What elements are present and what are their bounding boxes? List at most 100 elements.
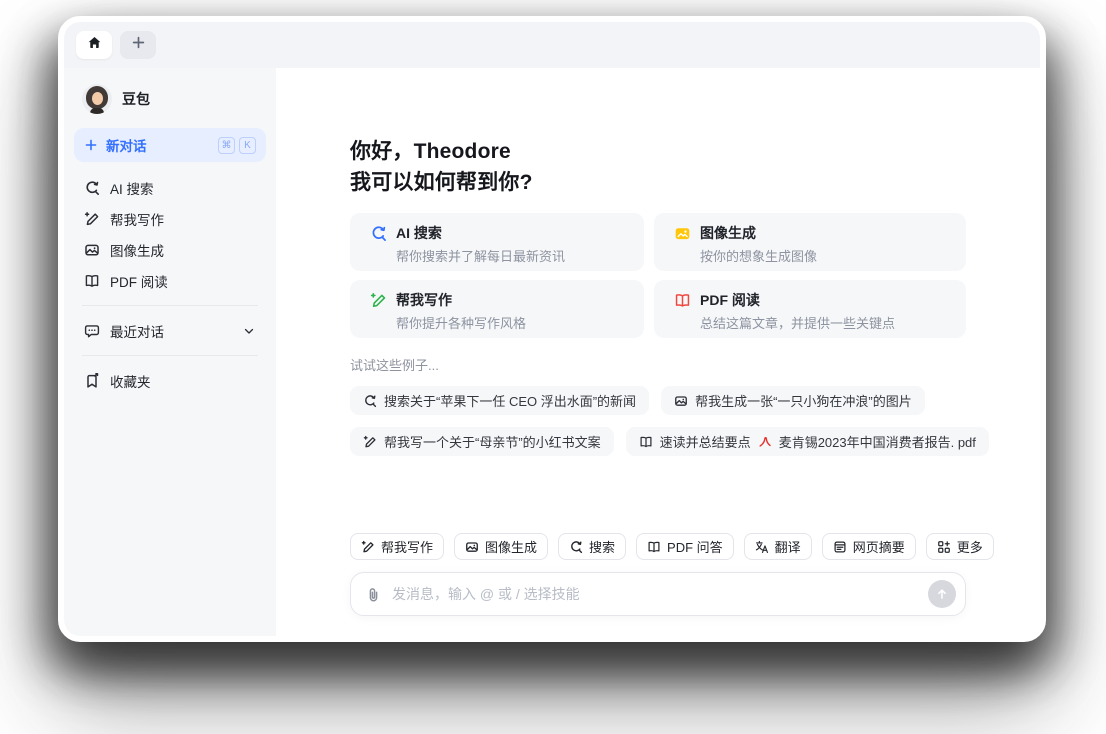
write-icon bbox=[84, 211, 100, 227]
example-chip-generate-image[interactable]: 帮我生成一张“一只小狗在冲浪”的图片 bbox=[661, 386, 925, 415]
new-chat-button[interactable]: 新对话 ⌘ K bbox=[74, 128, 266, 162]
greeting: 你好，Theodore 我可以如何帮到你? bbox=[350, 136, 966, 198]
cmd-key: ⌘ bbox=[218, 136, 235, 154]
desktop-background: 豆包 新对话 ⌘ K AI 搜索 帮我写作 图像生成 PDF 阅读 最近对话 收… bbox=[0, 0, 1106, 734]
card-write[interactable]: 帮我写作 帮你提升各种写作风格 bbox=[350, 280, 644, 338]
shortcut-badge: ⌘ K bbox=[218, 136, 256, 154]
k-key: K bbox=[239, 136, 256, 154]
card-title: 帮我写作 bbox=[396, 292, 452, 308]
card-subtitle: 帮你提升各种写作风格 bbox=[396, 316, 527, 331]
card-image-gen[interactable]: 图像生成 按你的想象生成图像 bbox=[654, 213, 966, 271]
webpage-icon bbox=[833, 540, 847, 554]
plus-icon bbox=[84, 138, 98, 152]
skill-more[interactable]: 更多 bbox=[925, 533, 994, 560]
skill-translate[interactable]: 翻译 bbox=[743, 533, 812, 560]
example-chip-file-name: 麦肯锡2023年中国消费者报告. pdf bbox=[778, 435, 976, 450]
example-chip-row: 帮我写一个关于“母亲节”的小红书文案 速读并总结要点 麦肯锡2023年中国消费者… bbox=[350, 427, 989, 456]
image-gen-icon bbox=[84, 242, 100, 258]
sidebar-item-image-gen[interactable]: 图像生成 bbox=[74, 234, 266, 265]
ai-search-icon bbox=[84, 180, 100, 196]
sidebar-item-label: AI 搜索 bbox=[110, 181, 154, 197]
greeting-line1: 你好，Theodore bbox=[350, 140, 511, 163]
ai-search-icon bbox=[363, 394, 377, 408]
paperclip-icon[interactable] bbox=[365, 586, 382, 603]
example-chip-summarize-pdf[interactable]: 速读并总结要点 麦肯锡2023年中国消费者报告. pdf bbox=[625, 427, 989, 456]
arrow-up-icon bbox=[935, 587, 949, 601]
chevron-down-icon[interactable] bbox=[242, 324, 256, 338]
skill-label: 网页摘要 bbox=[852, 540, 905, 555]
skill-image-gen[interactable]: 图像生成 bbox=[454, 533, 549, 560]
sidebar-item-ai-search[interactable]: AI 搜索 bbox=[74, 172, 266, 203]
skill-label: 翻译 bbox=[774, 540, 801, 555]
sidebar: 豆包 新对话 ⌘ K AI 搜索 帮我写作 图像生成 PDF 阅读 最近对话 收… bbox=[64, 68, 276, 636]
new-tab-button[interactable] bbox=[120, 31, 156, 59]
skill-pdf-qa[interactable]: PDF 问答 bbox=[636, 533, 734, 560]
ai-search-icon bbox=[370, 225, 387, 242]
app-window: 豆包 新对话 ⌘ K AI 搜索 帮我写作 图像生成 PDF 阅读 最近对话 收… bbox=[58, 16, 1046, 642]
profile[interactable]: 豆包 bbox=[74, 78, 266, 128]
skill-write[interactable]: 帮我写作 bbox=[350, 533, 445, 560]
card-title: 图像生成 bbox=[700, 225, 756, 241]
chat-bubble-icon bbox=[84, 323, 100, 339]
skill-search[interactable]: 搜索 bbox=[558, 533, 627, 560]
tab-home[interactable] bbox=[76, 31, 112, 59]
example-chip-label: 帮我生成一张“一只小狗在冲浪”的图片 bbox=[695, 394, 912, 409]
profile-name: 豆包 bbox=[122, 91, 150, 107]
book-icon bbox=[639, 435, 653, 449]
write-icon bbox=[361, 540, 375, 554]
skill-label: 更多 bbox=[956, 540, 983, 555]
sidebar-item-pdf-read[interactable]: PDF 阅读 bbox=[74, 265, 266, 296]
example-chip-search-news[interactable]: 搜索关于“苹果下一任 CEO 浮出水面”的新闻 bbox=[350, 386, 650, 415]
send-button[interactable] bbox=[928, 580, 956, 608]
avatar bbox=[82, 84, 112, 114]
sidebar-item-recent-chats[interactable]: 最近对话 bbox=[74, 315, 266, 346]
image-gen-icon bbox=[465, 540, 479, 554]
plus-icon bbox=[131, 35, 146, 55]
sidebar-item-label: PDF 阅读 bbox=[110, 274, 168, 290]
sidebar-item-label: 图像生成 bbox=[110, 243, 164, 259]
sidebar-item-label: 最近对话 bbox=[110, 324, 164, 340]
divider bbox=[82, 305, 258, 306]
write-icon bbox=[370, 292, 387, 309]
example-chip-write-copy[interactable]: 帮我写一个关于“母亲节”的小红书文案 bbox=[350, 427, 614, 456]
book-icon bbox=[84, 273, 100, 289]
more-icon bbox=[937, 540, 951, 554]
skill-label: 搜索 bbox=[589, 540, 616, 555]
pdf-file-icon bbox=[758, 435, 772, 449]
tab-bar bbox=[64, 22, 1040, 68]
composer: 帮我写作 图像生成 搜索 PDF 问答 翻译 网页摘要 更多 发消息，输入 @ … bbox=[350, 533, 994, 636]
image-gen-icon bbox=[674, 225, 691, 242]
skill-label: 帮我写作 bbox=[381, 540, 434, 555]
book-icon bbox=[674, 292, 691, 309]
sidebar-item-label: 收藏夹 bbox=[110, 374, 151, 390]
new-chat-label: 新对话 bbox=[106, 139, 147, 154]
home-icon bbox=[87, 35, 102, 55]
sidebar-item-favorites[interactable]: 收藏夹 bbox=[74, 365, 266, 396]
skill-bar: 帮我写作 图像生成 搜索 PDF 问答 翻译 网页摘要 更多 bbox=[350, 533, 994, 560]
ai-search-icon bbox=[569, 540, 583, 554]
example-chip-label: 搜索关于“苹果下一任 CEO 浮出水面”的新闻 bbox=[384, 394, 637, 409]
message-input-bar bbox=[350, 572, 966, 616]
main-content: 你好，Theodore 我可以如何帮到你? AI 搜索 帮你搜索并了解每日最新资… bbox=[276, 68, 1040, 636]
message-input[interactable] bbox=[392, 586, 918, 602]
sidebar-item-write[interactable]: 帮我写作 bbox=[74, 203, 266, 234]
divider bbox=[82, 355, 258, 356]
card-title: PDF 阅读 bbox=[700, 292, 760, 308]
card-subtitle: 按你的想象生成图像 bbox=[700, 249, 818, 264]
card-subtitle: 帮你搜索并了解每日最新资讯 bbox=[396, 249, 566, 264]
card-title: AI 搜索 bbox=[396, 225, 442, 241]
example-chip-label: 速读并总结要点 bbox=[659, 435, 751, 450]
example-chip-label: 帮我写一个关于“母亲节”的小红书文案 bbox=[384, 435, 601, 450]
book-icon bbox=[647, 540, 661, 554]
examples-title: 试试这些例子... bbox=[350, 358, 439, 373]
image-gen-icon bbox=[674, 394, 688, 408]
write-icon bbox=[363, 435, 377, 449]
greeting-line2: 我可以如何帮到你? bbox=[350, 171, 533, 194]
bookmark-icon bbox=[84, 372, 100, 389]
skill-webpage-summary[interactable]: 网页摘要 bbox=[821, 533, 916, 560]
card-ai-search[interactable]: AI 搜索 帮你搜索并了解每日最新资讯 bbox=[350, 213, 644, 271]
card-pdf-read[interactable]: PDF 阅读 总结这篇文章，并提供一些关键点 bbox=[654, 280, 966, 338]
feature-cards: AI 搜索 帮你搜索并了解每日最新资讯 图像生成 按你的想象生成图像 帮我写作 … bbox=[350, 213, 966, 338]
skill-label: PDF 问答 bbox=[667, 540, 723, 555]
card-subtitle: 总结这篇文章，并提供一些关键点 bbox=[700, 316, 896, 331]
